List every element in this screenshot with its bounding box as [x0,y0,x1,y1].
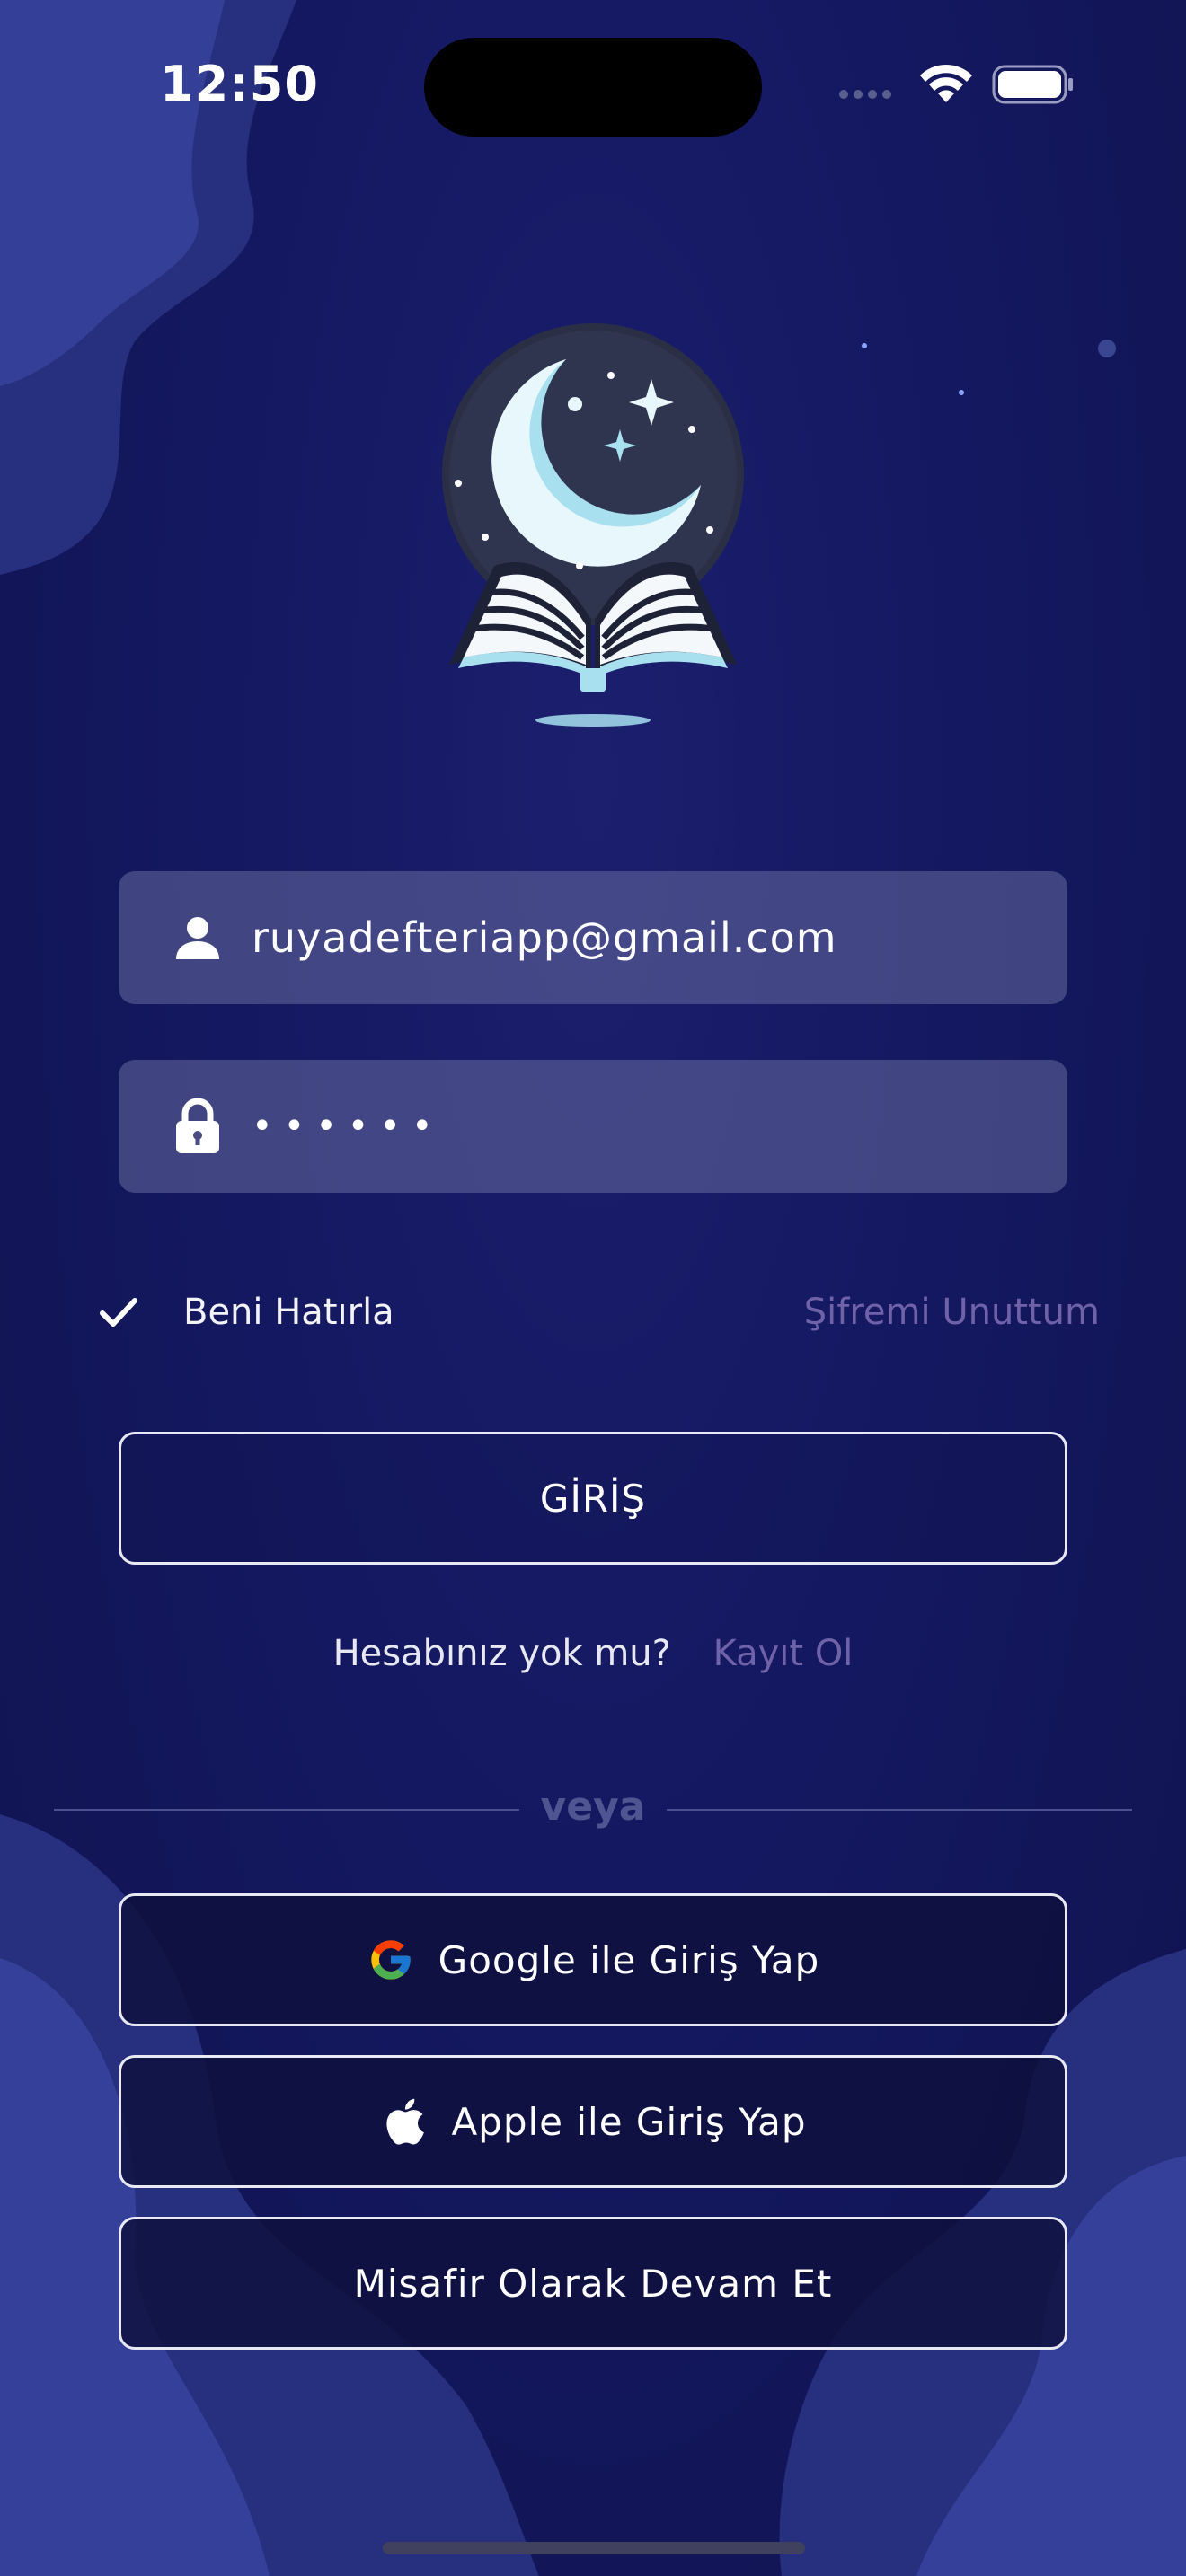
guest-button-label: Misafir Olarak Devam Et [353,2261,833,2306]
remember-row: Beni Hatırla Şifremi Unuttum [97,1283,1100,1345]
password-field[interactable] [119,1060,1067,1193]
battery-icon [992,65,1073,104]
app-logo [442,323,744,727]
signup-row: Hesabınız yok mu? Kayıt Ol [0,1633,1186,1674]
lock-icon [171,1098,225,1153]
remember-me-label[interactable]: Beni Hatırla [183,1292,394,1333]
google-button-label: Google ile Giriş Yap [438,1937,820,1982]
cellular-signal-icon [839,90,891,99]
apple-signin-button[interactable]: Apple ile Giriş Yap [119,2055,1067,2188]
status-bar: 12:50 [0,0,1186,171]
or-divider: veya [54,1784,1132,1834]
google-signin-button[interactable]: Google ile Giriş Yap [119,1893,1067,2026]
forgot-password-link[interactable]: Şifremi Unuttum [804,1292,1100,1333]
guest-continue-button[interactable]: Misafir Olarak Devam Et [119,2217,1067,2350]
google-icon [367,1936,415,1984]
check-icon[interactable] [97,1292,140,1335]
email-field[interactable] [119,871,1067,1004]
status-time: 12:50 [160,56,319,112]
user-icon [171,911,225,965]
apple-button-label: Apple ile Giriş Yap [451,2099,807,2144]
dynamic-island [424,38,762,137]
signup-link[interactable]: Kayıt Ol [713,1633,854,1674]
apple-icon [379,2097,428,2146]
wifi-icon [920,64,972,102]
login-button[interactable]: GİRİŞ [119,1432,1067,1565]
signup-question: Hesabınız yok mu? [332,1633,671,1674]
login-button-label: GİRİŞ [539,1476,647,1521]
divider-label: veya [540,1784,646,1830]
email-input[interactable] [252,913,988,962]
password-input[interactable] [252,1106,988,1147]
home-indicator[interactable] [383,2542,805,2554]
